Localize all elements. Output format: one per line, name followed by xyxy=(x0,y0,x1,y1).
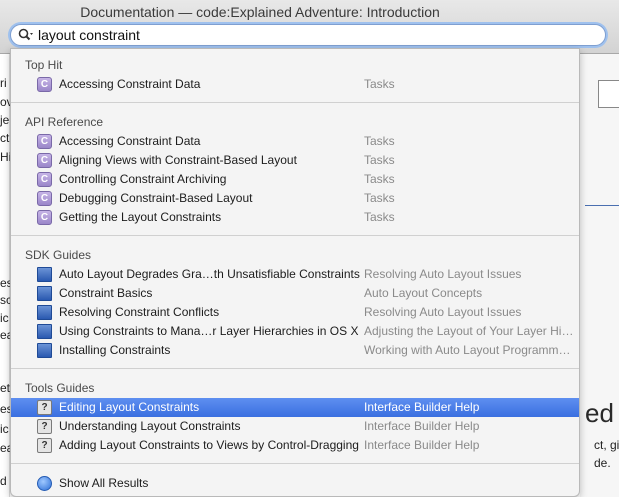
show-all-results-label: Show All Results xyxy=(59,476,149,490)
result-title: Constraint Basics xyxy=(59,286,153,300)
window-title: Documentation — code:Explained Adventure… xyxy=(80,4,440,20)
result-row[interactable]: Auto Layout Degrades Gra…th Unsatisfiabl… xyxy=(11,265,579,284)
section-header-sdk-guides: SDK Guides xyxy=(25,248,92,262)
result-location: Tasks xyxy=(364,210,395,224)
result-title: Controlling Constraint Archiving xyxy=(59,172,227,186)
result-row[interactable]: Resolving Constraint Conflicts Resolving… xyxy=(11,303,579,322)
result-title: Getting the Layout Constraints xyxy=(59,210,222,224)
background-text: ct, givi xyxy=(594,438,619,452)
result-title: Understanding Layout Constraints xyxy=(59,419,241,433)
background-diagram-box xyxy=(598,80,619,108)
background-text: ri xyxy=(0,76,7,90)
search-input[interactable]: layout constraint xyxy=(38,27,140,43)
result-row-selected[interactable]: ? Editing Layout Constraints Interface B… xyxy=(11,398,579,417)
background-diagram-line xyxy=(585,205,619,206)
result-row[interactable]: C Controlling Constraint Archiving Tasks xyxy=(11,170,579,189)
result-row[interactable]: C Accessing Constraint Data Tasks xyxy=(11,132,579,151)
result-location: Adjusting the Layout of Your Layer Hi… xyxy=(364,324,574,338)
result-location: Tasks xyxy=(364,134,395,148)
result-title: Aligning Views with Constraint-Based Lay… xyxy=(59,153,297,167)
result-row[interactable]: ? Understanding Layout Constraints Inter… xyxy=(11,417,579,436)
show-all-results-button[interactable]: Show All Results xyxy=(11,474,579,493)
search-results-popup: Top Hit C Accessing Constraint Data Task… xyxy=(10,48,580,497)
result-title: Accessing Constraint Data xyxy=(59,77,201,91)
section-header-api-reference: API Reference xyxy=(25,115,104,129)
background-text: ic xyxy=(0,311,9,325)
help-icon: ? xyxy=(37,400,52,415)
window-titlebar: Documentation — code:Explained Adventure… xyxy=(0,0,619,54)
class-icon: C xyxy=(37,77,52,92)
result-location: Tasks xyxy=(364,191,395,205)
section-divider xyxy=(11,102,579,103)
result-row[interactable]: Constraint Basics Auto Layout Concepts xyxy=(11,284,579,303)
class-icon: C xyxy=(37,172,52,187)
result-row[interactable]: ? Adding Layout Constraints to Views by … xyxy=(11,436,579,455)
result-location: Interface Builder Help xyxy=(364,400,480,414)
result-location: Interface Builder Help xyxy=(364,419,480,433)
result-location: Interface Builder Help xyxy=(364,438,480,452)
result-row[interactable]: C Debugging Constraint-Based Layout Task… xyxy=(11,189,579,208)
section-header-tools-guides: Tools Guides xyxy=(25,381,95,395)
result-row[interactable]: Using Constraints to Mana…r Layer Hierar… xyxy=(11,322,579,341)
class-icon: C xyxy=(37,153,52,168)
result-title: Installing Constraints xyxy=(59,343,171,357)
result-location: Working with Auto Layout Programm… xyxy=(364,343,571,357)
result-title: Resolving Constraint Conflicts xyxy=(59,305,220,319)
result-location: Tasks xyxy=(364,77,395,91)
section-divider xyxy=(11,368,579,369)
result-row[interactable]: C Accessing Constraint Data Tasks xyxy=(11,75,579,94)
guide-book-icon xyxy=(37,324,52,339)
result-title: Debugging Constraint-Based Layout xyxy=(59,191,253,205)
class-icon: C xyxy=(37,210,52,225)
background-heading: ed xyxy=(585,398,614,428)
result-location: Auto Layout Concepts xyxy=(364,286,483,300)
result-location: Tasks xyxy=(364,172,395,186)
guide-book-icon xyxy=(37,267,52,282)
guide-book-icon xyxy=(37,343,52,358)
background-text: ic xyxy=(0,422,9,436)
class-icon: C xyxy=(37,191,52,206)
result-title: Adding Layout Constraints to Views by Co… xyxy=(59,438,359,452)
help-icon: ? xyxy=(37,419,52,434)
help-icon: ? xyxy=(37,438,52,453)
result-location: Resolving Auto Layout Issues xyxy=(364,267,522,281)
result-title: Accessing Constraint Data xyxy=(59,134,201,148)
result-row[interactable]: C Getting the Layout Constraints Tasks xyxy=(11,208,579,227)
guide-book-icon xyxy=(37,286,52,301)
background-text: ct xyxy=(0,131,10,145)
background-page-right xyxy=(580,54,619,497)
result-location: Resolving Auto Layout Issues xyxy=(364,305,522,319)
section-header-top-hit: Top Hit xyxy=(25,58,63,72)
result-row[interactable]: C Aligning Views with Constraint-Based L… xyxy=(11,151,579,170)
result-title: Using Constraints to Mana…r Layer Hierar… xyxy=(59,324,359,338)
guide-book-icon xyxy=(37,305,52,320)
section-divider xyxy=(11,463,579,464)
background-text: d xyxy=(0,474,7,488)
result-row[interactable]: Installing Constraints Working with Auto… xyxy=(11,341,579,360)
search-field[interactable]: layout constraint xyxy=(10,24,606,46)
background-text: de. xyxy=(594,456,611,470)
background-text: je xyxy=(0,113,10,127)
magnifier-icon[interactable] xyxy=(18,28,34,42)
section-divider xyxy=(11,235,579,236)
result-title: Editing Layout Constraints xyxy=(59,400,200,414)
class-icon: C xyxy=(37,134,52,149)
result-title: Auto Layout Degrades Gra…th Unsatisfiabl… xyxy=(59,267,360,281)
search-all-icon xyxy=(37,476,52,491)
result-location: Tasks xyxy=(364,153,395,167)
